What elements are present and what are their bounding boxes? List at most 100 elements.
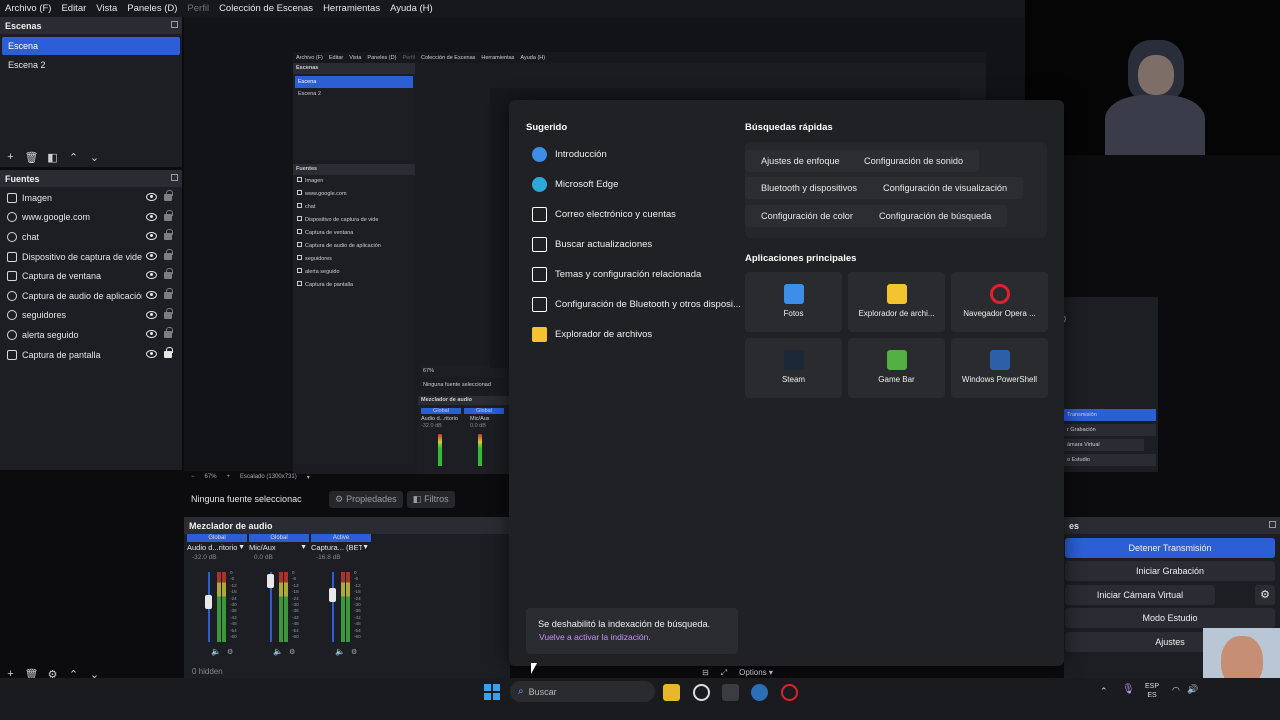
lock-icon[interactable] <box>164 190 173 201</box>
lock-icon[interactable] <box>164 327 173 339</box>
quick-search-chip[interactable]: Configuración de color <box>745 205 869 227</box>
source-item[interactable]: Dispositivo de captura de vide <box>0 247 182 267</box>
channel-dropdown-icon[interactable]: ▼ <box>300 542 307 554</box>
scene-item-escena[interactable]: Escena <box>2 37 180 55</box>
suggested-item[interactable]: Microsoft Edge <box>532 169 742 199</box>
scale-dropdown-icon[interactable]: ▾ <box>307 474 310 481</box>
speaker-icon[interactable]: 🔈 <box>273 647 283 656</box>
suggested-item[interactable]: Introducción <box>532 139 742 169</box>
suggested-item[interactable]: Correo electrónico y cuentas <box>532 199 742 229</box>
dock-float-icon[interactable] <box>171 174 178 181</box>
mixer-channel-name-row[interactable]: Captura... (BETA)▼ <box>311 542 371 554</box>
lock-icon[interactable] <box>164 268 173 280</box>
link-icon[interactable]: ⤢ <box>721 668 727 678</box>
windows-start-icon[interactable] <box>484 684 500 700</box>
source-item[interactable]: seguidores <box>0 306 182 326</box>
options-menu[interactable]: Options ▾ <box>739 668 773 678</box>
app-tile[interactable]: Game Bar <box>848 338 945 398</box>
lock-icon[interactable] <box>164 307 173 319</box>
quick-search-chip[interactable]: Bluetooth y dispositivos <box>745 177 874 199</box>
source-item[interactable]: Captura de pantalla <box>0 345 182 365</box>
mixer-channel-name-row[interactable]: Audio d...ritorio ▼ <box>187 542 247 554</box>
eye-icon[interactable] <box>146 193 157 201</box>
source-item[interactable]: Imagen <box>0 188 182 208</box>
dock-icon[interactable]: ⊟ <box>702 668 709 678</box>
menu-archivo[interactable]: Archivo (F) <box>0 3 56 14</box>
chevron-down-icon[interactable]: ⌄ <box>84 151 105 164</box>
language-indicator[interactable]: ESP ES <box>1145 682 1159 700</box>
menu-editar[interactable]: Editar <box>56 3 91 14</box>
eye-icon[interactable] <box>146 330 157 339</box>
quick-search-chip[interactable]: Ajustes de enfoque <box>745 150 856 172</box>
lock-icon[interactable] <box>164 346 173 358</box>
lock-icon[interactable] <box>164 209 173 221</box>
start-virtual-camera-button[interactable]: Iniciar Cámara Virtual <box>1065 585 1215 605</box>
zoom-out-icon[interactable]: − <box>191 474 195 480</box>
microphone-icon[interactable]: 🎙 <box>1122 684 1135 695</box>
volume-slider-handle[interactable] <box>205 595 212 609</box>
volume-slider-handle[interactable] <box>267 574 274 588</box>
eye-icon[interactable] <box>146 349 157 358</box>
quick-search-chip[interactable]: Configuración de búsqueda <box>863 205 1008 227</box>
source-item[interactable]: Captura de ventana <box>0 266 182 286</box>
app-tile[interactable]: Fotos <box>745 272 842 332</box>
chevron-up-icon[interactable]: ⌃ <box>63 151 84 164</box>
menu-ayuda[interactable]: Ayuda (H) <box>385 3 438 14</box>
lock-icon[interactable] <box>164 248 173 260</box>
speaker-icon[interactable]: 🔈 <box>335 647 345 656</box>
suggested-item[interactable]: Configuración de Bluetooth y otros dispo… <box>532 289 742 319</box>
virtual-camera-settings-icon[interactable]: ⚙ <box>1255 585 1275 605</box>
menu-paneles[interactable]: Paneles (D) <box>122 3 182 14</box>
file-explorer-icon[interactable] <box>663 684 680 701</box>
stop-stream-button[interactable]: Detener Transmisión <box>1065 538 1275 558</box>
menu-vista[interactable]: Vista <box>91 3 122 14</box>
channel-dropdown-icon[interactable]: ▼ <box>362 542 369 554</box>
eye-icon[interactable] <box>146 212 157 221</box>
app-icon[interactable] <box>722 684 739 701</box>
reenable-indexing-link[interactable]: Vuelve a activar la indización. <box>526 629 738 642</box>
app-tile[interactable]: Explorador de archi... <box>848 272 945 332</box>
obs-icon[interactable] <box>693 684 710 701</box>
channel-settings-icon[interactable]: ⚙ <box>351 648 357 656</box>
eye-icon[interactable] <box>146 232 157 241</box>
volume-icon[interactable]: 🔊 <box>1187 684 1198 695</box>
lock-icon[interactable] <box>164 287 173 299</box>
suggested-item[interactable]: Explorador de archivos <box>532 319 742 349</box>
filter-icon[interactable]: ◧ <box>42 151 63 164</box>
source-item[interactable]: www.google.com <box>0 208 182 228</box>
app-tile[interactable]: Steam <box>745 338 842 398</box>
eye-icon[interactable] <box>146 310 157 319</box>
suggested-item[interactable]: Buscar actualizaciones <box>532 229 742 259</box>
menu-perfil[interactable]: Perfil <box>182 3 214 14</box>
lock-icon[interactable] <box>164 229 173 241</box>
menu-herramientas[interactable]: Herramientas <box>318 3 385 14</box>
source-item[interactable]: chat <box>0 227 182 247</box>
speaker-icon[interactable]: 🔈 <box>211 647 221 656</box>
opera-icon[interactable] <box>781 684 798 701</box>
zoom-in-icon[interactable]: + <box>227 474 231 480</box>
suggested-item[interactable]: Temas y configuración relacionada <box>532 259 742 289</box>
volume-slider-track[interactable] <box>332 572 334 642</box>
eye-icon[interactable] <box>146 271 157 280</box>
scene-item-escena-2[interactable]: Escena 2 <box>2 56 180 74</box>
eye-icon[interactable] <box>146 251 157 260</box>
channel-settings-icon[interactable]: ⚙ <box>289 648 295 656</box>
channel-dropdown-icon[interactable]: ▼ <box>238 542 245 554</box>
chevron-up-icon[interactable]: ⌃ <box>1100 686 1108 697</box>
steam-icon[interactable] <box>751 684 768 701</box>
wifi-icon[interactable]: ◠ <box>1172 685 1180 696</box>
app-tile[interactable]: Windows PowerShell <box>951 338 1048 398</box>
source-item[interactable]: alerta seguido <box>0 325 182 345</box>
quick-search-chip[interactable]: Configuración de visualización <box>867 177 1024 199</box>
menu-coleccion-escenas[interactable]: Colección de Escenas <box>214 3 318 14</box>
taskbar-search-box[interactable]: ⌕ Buscar <box>510 681 655 702</box>
filters-button[interactable]: ◧ Filtros <box>406 490 455 508</box>
dock-float-icon[interactable] <box>1269 521 1276 528</box>
eye-icon[interactable] <box>146 290 157 299</box>
mixer-channel-name-row[interactable]: Mic/Aux ▼ <box>249 542 309 554</box>
dock-float-icon[interactable] <box>171 21 178 28</box>
app-tile[interactable]: Navegador Opera ... <box>951 272 1048 332</box>
trash-icon[interactable]: 🗑 <box>21 151 42 164</box>
channel-settings-icon[interactable]: ⚙ <box>227 648 233 656</box>
add-icon[interactable]: + <box>0 151 21 163</box>
